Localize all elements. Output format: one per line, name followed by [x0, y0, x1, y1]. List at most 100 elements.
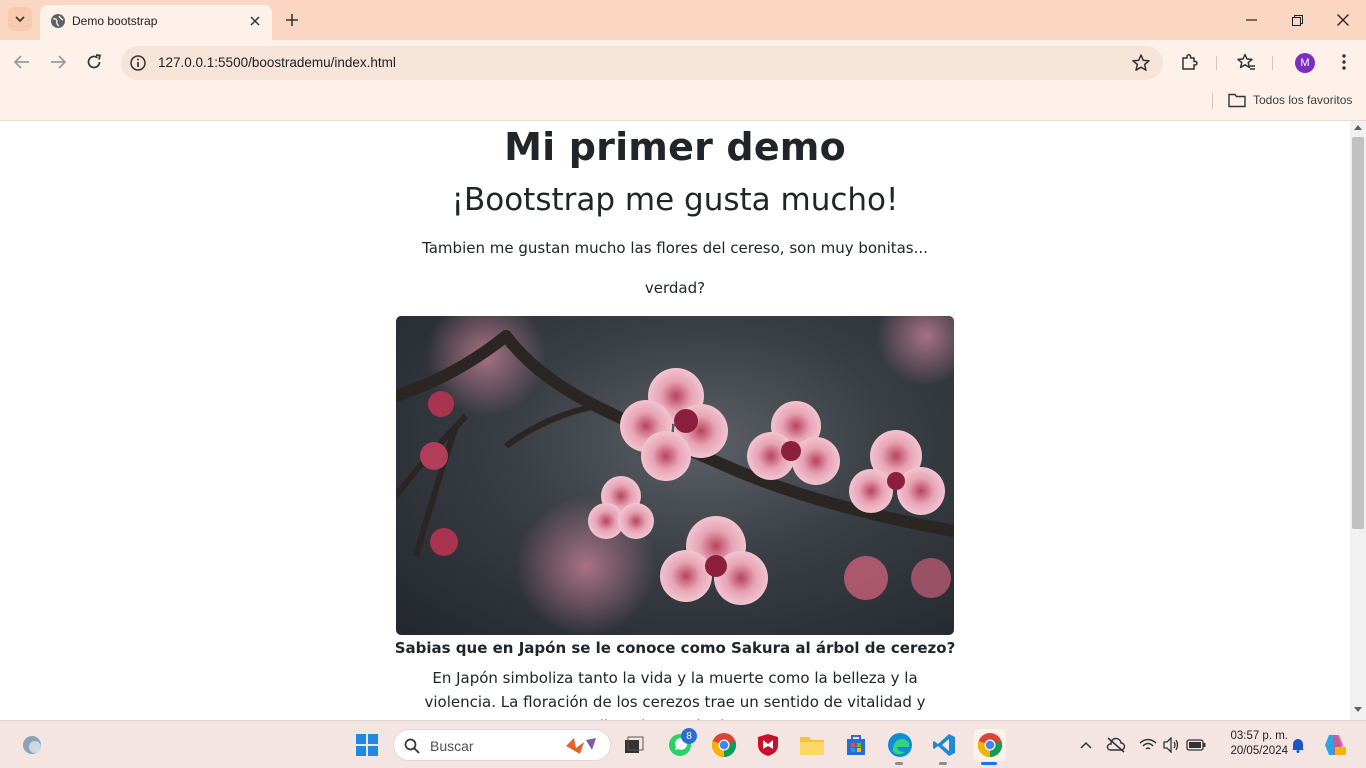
shield-icon	[758, 734, 778, 756]
battery-status[interactable]	[1182, 731, 1210, 759]
restore-button[interactable]	[1285, 8, 1309, 32]
blossom-left	[588, 476, 654, 539]
close-window-button[interactable]	[1331, 8, 1355, 32]
hidden-icons-button[interactable]	[1072, 731, 1100, 759]
back-button[interactable]	[11, 51, 33, 73]
forward-button[interactable]	[47, 51, 69, 73]
scroll-down-arrow-icon[interactable]	[1354, 707, 1362, 712]
more-vert-icon	[1342, 54, 1346, 70]
vscode-icon	[933, 734, 955, 756]
new-tab-button[interactable]	[282, 10, 302, 30]
mcafee-app[interactable]	[754, 731, 782, 759]
edge-icon	[888, 733, 912, 757]
copilot-icon	[1325, 735, 1346, 755]
chrome-active-indicator	[981, 762, 997, 765]
chrome-active-app[interactable]	[974, 729, 1006, 761]
toolbar: 127.0.0.1:5500/boostrademu/index.html M	[0, 40, 1366, 85]
edge-app[interactable]	[886, 731, 914, 759]
site-info-icon[interactable]	[129, 54, 147, 72]
tab-strip: Demo bootstrap	[0, 0, 1366, 40]
globe-icon	[51, 14, 65, 28]
whatsapp-badge: 8	[681, 728, 697, 744]
cherry-blossom-illustration	[396, 316, 954, 635]
blossom-right	[747, 401, 840, 485]
store-icon	[847, 735, 865, 755]
puzzle-icon	[1182, 53, 1198, 70]
vscode-app[interactable]	[930, 731, 958, 759]
cherry-blossom-image	[396, 316, 954, 635]
chrome-icon	[977, 733, 1003, 758]
favorites-star-icon	[1237, 53, 1255, 70]
url-text: 127.0.0.1:5500/boostrademu/index.html	[158, 55, 396, 70]
intro-paragraph: Tambien me gustan mucho las flores del c…	[422, 239, 928, 257]
page-viewport: Mi primer demo ¡Bootstrap me gusta mucho…	[0, 121, 1350, 720]
clock-date: 20/05/2024	[1230, 745, 1288, 757]
caption-title: Sabias que en Japón se le conoce como Sa…	[394, 639, 956, 657]
system-clock[interactable]: 03:57 p. m. 20/05/2024	[1216, 729, 1288, 759]
arrow-left-icon	[14, 55, 29, 69]
toolbar-divider	[1216, 56, 1217, 70]
folder-icon[interactable]	[1228, 92, 1246, 108]
extensions-button[interactable]	[1179, 51, 1201, 73]
microsoft-store-app[interactable]	[842, 731, 870, 759]
tab-active[interactable]: Demo bootstrap	[40, 5, 272, 40]
bookmark-star-icon[interactable]	[1131, 53, 1151, 73]
edge-running-indicator	[895, 762, 903, 765]
chrome-app[interactable]	[710, 731, 738, 759]
cloud-off-icon	[1106, 737, 1126, 753]
vscode-running-indicator	[939, 762, 947, 765]
question-paragraph: verdad?	[644, 279, 706, 297]
reload-icon	[87, 54, 102, 69]
bell-icon	[1292, 739, 1304, 753]
task-view-button[interactable]	[620, 731, 648, 759]
copilot-button[interactable]	[1320, 731, 1348, 759]
plus-icon	[286, 14, 298, 26]
search-highlight-icon	[566, 738, 596, 754]
reload-button[interactable]	[83, 51, 105, 73]
restore-icon	[1291, 14, 1303, 26]
search-icon	[404, 738, 420, 754]
chevron-up-icon	[1080, 741, 1092, 749]
chrome-icon	[711, 733, 737, 758]
close-icon	[1337, 14, 1349, 26]
blossom-far-right	[849, 430, 945, 515]
chevron-down-icon	[15, 16, 25, 22]
page-scrollbar[interactable]	[1350, 121, 1366, 720]
browser-window: Demo bootstrap 127.0.0.1:5500/boostradem…	[0, 0, 1366, 720]
arrow-right-icon	[51, 55, 66, 69]
scroll-up-arrow-icon[interactable]	[1354, 125, 1362, 130]
caption-body: En Japón simboliza tanto la vida y la mu…	[424, 669, 926, 720]
page-heading: Mi primer demo	[504, 125, 846, 169]
tab-title: Demo bootstrap	[72, 14, 158, 28]
favorites-button[interactable]	[1235, 51, 1257, 73]
toolbar-divider	[1272, 56, 1273, 70]
onedrive-status[interactable]	[1102, 731, 1130, 759]
bookmarks-bar: Todos los favoritos	[0, 85, 1366, 121]
minimize-icon	[1245, 19, 1257, 21]
folder-icon	[800, 737, 824, 755]
windows-icon	[356, 734, 378, 756]
profile-avatar[interactable]: M	[1295, 53, 1315, 73]
close-tab-icon[interactable]	[246, 12, 264, 30]
menu-button[interactable]	[1333, 51, 1355, 73]
notifications-button[interactable]	[1284, 731, 1312, 759]
start-button[interactable]	[353, 731, 381, 759]
clock-time: 03:57 p. m.	[1230, 730, 1288, 742]
blossom-lower	[660, 516, 768, 605]
search-label: Buscar	[430, 738, 474, 754]
taskbar: Buscar 8 03:57 p. m. 20/05/2024	[0, 720, 1366, 768]
bookmarks-separator	[1212, 93, 1213, 109]
taskbar-search[interactable]: Buscar	[393, 729, 611, 761]
wifi-icon	[1139, 738, 1157, 750]
battery-icon	[1186, 739, 1206, 751]
page-content: Mi primer demo ¡Bootstrap me gusta mucho…	[0, 124, 1350, 720]
weather-widget[interactable]	[18, 731, 46, 759]
tab-search-button[interactable]	[8, 7, 32, 31]
weather-icon	[23, 736, 41, 754]
minimize-button[interactable]	[1239, 8, 1263, 32]
page-subheading: ¡Bootstrap me gusta mucho!	[451, 182, 899, 218]
file-explorer-app[interactable]	[798, 731, 826, 759]
scroll-thumb[interactable]	[1352, 137, 1364, 529]
all-bookmarks-link[interactable]: Todos los favoritos	[1253, 93, 1352, 107]
address-bar[interactable]: 127.0.0.1:5500/boostrademu/index.html	[121, 46, 1163, 80]
